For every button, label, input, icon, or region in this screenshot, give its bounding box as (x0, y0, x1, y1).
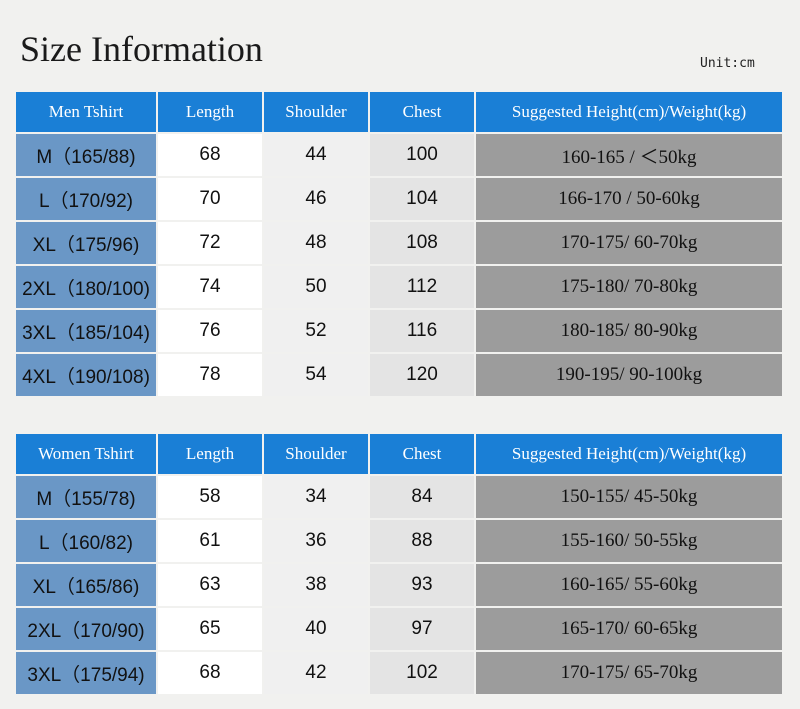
length-cell: 68 (158, 652, 262, 694)
table-row: 2XL（180/100) 74 50 112 175-180/ 70-80kg (16, 266, 782, 308)
shoulder-cell: 44 (264, 134, 368, 176)
chest-cell: 112 (370, 266, 474, 308)
page-title: Size Information (20, 29, 263, 69)
table-header-row: Men Tshirt Length Shoulder Chest Suggest… (16, 92, 782, 132)
column-header: Suggested Height(cm)/Weight(kg) (476, 92, 782, 132)
table-row: 4XL（190/108) 78 54 120 190-195/ 90-100kg (16, 354, 782, 396)
table-row: L（170/92) 70 46 104 166-170 / 50-60kg (16, 178, 782, 220)
shoulder-cell: 52 (264, 310, 368, 352)
size-label: 2XL（170/90) (16, 608, 156, 650)
column-header: Length (158, 434, 262, 474)
table-row: 2XL（170/90) 65 40 97 165-170/ 60-65kg (16, 608, 782, 650)
table-row: XL（175/96) 72 48 108 170-175/ 60-70kg (16, 222, 782, 264)
size-label: L（170/92) (16, 178, 156, 220)
suggested-cell: 150-155/ 45-50kg (476, 476, 782, 518)
chest-cell: 104 (370, 178, 474, 220)
suggested-cell: 170-175/ 65-70kg (476, 652, 782, 694)
shoulder-cell: 42 (264, 652, 368, 694)
chest-cell: 120 (370, 354, 474, 396)
column-header: Chest (370, 434, 474, 474)
size-label: 3XL（185/104) (16, 310, 156, 352)
column-header: Length (158, 92, 262, 132)
size-label: 2XL（180/100) (16, 266, 156, 308)
shoulder-cell: 38 (264, 564, 368, 606)
suggested-cell: 165-170/ 60-65kg (476, 608, 782, 650)
size-label: 4XL（190/108) (16, 354, 156, 396)
suggested-cell: 190-195/ 90-100kg (476, 354, 782, 396)
size-label: M（155/78) (16, 476, 156, 518)
length-cell: 61 (158, 520, 262, 562)
suggested-cell: 155-160/ 50-55kg (476, 520, 782, 562)
shoulder-cell: 54 (264, 354, 368, 396)
length-cell: 70 (158, 178, 262, 220)
size-label: L（160/82) (16, 520, 156, 562)
chest-cell: 102 (370, 652, 474, 694)
column-header: Shoulder (264, 434, 368, 474)
length-cell: 78 (158, 354, 262, 396)
shoulder-cell: 48 (264, 222, 368, 264)
length-cell: 68 (158, 134, 262, 176)
size-label: XL（175/96) (16, 222, 156, 264)
column-header: Suggested Height(cm)/Weight(kg) (476, 434, 782, 474)
table-row: 3XL（175/94) 68 42 102 170-175/ 65-70kg (16, 652, 782, 694)
size-label: 3XL（175/94) (16, 652, 156, 694)
table-row: XL（165/86) 63 38 93 160-165/ 55-60kg (16, 564, 782, 606)
suggested-cell: 160-165/ 55-60kg (476, 564, 782, 606)
chest-cell: 116 (370, 310, 474, 352)
shoulder-cell: 46 (264, 178, 368, 220)
shoulder-cell: 40 (264, 608, 368, 650)
suggested-cell: 166-170 / 50-60kg (476, 178, 782, 220)
suggested-cell: 170-175/ 60-70kg (476, 222, 782, 264)
table-row: M（155/78) 58 34 84 150-155/ 45-50kg (16, 476, 782, 518)
length-cell: 63 (158, 564, 262, 606)
size-label: M（165/88) (16, 134, 156, 176)
length-cell: 76 (158, 310, 262, 352)
suggested-cell: 180-185/ 80-90kg (476, 310, 782, 352)
chest-cell: 84 (370, 476, 474, 518)
table-header-row: Women Tshirt Length Shoulder Chest Sugge… (16, 434, 782, 474)
table-row: L（160/82) 61 36 88 155-160/ 50-55kg (16, 520, 782, 562)
length-cell: 74 (158, 266, 262, 308)
unit-label: Unit:cm (700, 56, 755, 71)
women-size-table: Women Tshirt Length Shoulder Chest Sugge… (14, 432, 784, 696)
column-header: Chest (370, 92, 474, 132)
length-cell: 65 (158, 608, 262, 650)
chest-cell: 97 (370, 608, 474, 650)
suggested-cell: 175-180/ 70-80kg (476, 266, 782, 308)
length-cell: 58 (158, 476, 262, 518)
chest-cell: 88 (370, 520, 474, 562)
suggested-cell: 160-165 / ＜50kg (476, 134, 782, 176)
shoulder-cell: 50 (264, 266, 368, 308)
column-header: Men Tshirt (16, 92, 156, 132)
column-header: Women Tshirt (16, 434, 156, 474)
shoulder-cell: 34 (264, 476, 368, 518)
table-row: M（165/88) 68 44 100 160-165 / ＜50kg (16, 134, 782, 176)
chest-cell: 108 (370, 222, 474, 264)
men-size-table: Men Tshirt Length Shoulder Chest Suggest… (14, 90, 784, 398)
chest-cell: 93 (370, 564, 474, 606)
chest-cell: 100 (370, 134, 474, 176)
length-cell: 72 (158, 222, 262, 264)
shoulder-cell: 36 (264, 520, 368, 562)
column-header: Shoulder (264, 92, 368, 132)
size-label: XL（165/86) (16, 564, 156, 606)
table-row: 3XL（185/104) 76 52 116 180-185/ 80-90kg (16, 310, 782, 352)
